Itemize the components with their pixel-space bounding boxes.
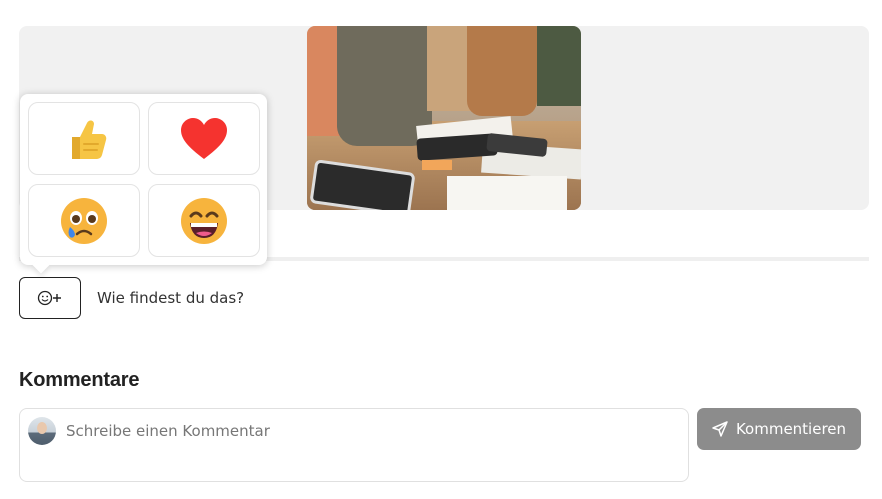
crying-face-icon [61, 197, 107, 244]
grinning-face-icon [181, 197, 227, 244]
avatar [28, 417, 56, 445]
comment-input[interactable] [64, 421, 668, 441]
submit-comment-label: Kommentieren [735, 420, 847, 438]
reaction-heart-button[interactable] [148, 102, 260, 175]
post-photo [307, 26, 581, 210]
submit-comment-button[interactable]: Kommentieren [697, 408, 861, 450]
reaction-crying-button[interactable] [28, 184, 140, 257]
reaction-picker-popup [20, 94, 267, 265]
heart-icon [181, 117, 227, 159]
comment-box[interactable] [19, 408, 689, 482]
thumbs-up-icon [72, 119, 107, 159]
reaction-prompt: Wie findest du das? [97, 289, 245, 307]
add-reaction-button[interactable] [19, 277, 81, 319]
send-icon [712, 421, 728, 437]
smiley-plus-icon [37, 290, 61, 306]
comments-heading: Kommentare [19, 369, 140, 391]
reaction-thumbs-up-button[interactable] [28, 102, 140, 175]
reaction-laughing-button[interactable] [148, 184, 260, 257]
